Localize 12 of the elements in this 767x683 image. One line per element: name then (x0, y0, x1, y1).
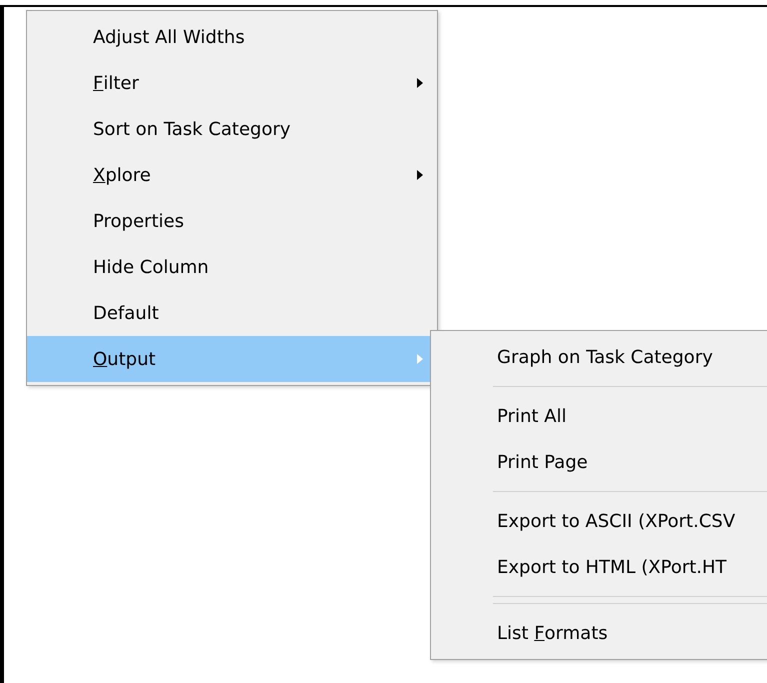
menu-item[interactable]: Hide Column (27, 244, 437, 290)
menu-item[interactable]: Print All (431, 393, 767, 439)
menu-item[interactable]: Properties (27, 198, 437, 244)
menu-item[interactable]: Xplore (27, 152, 437, 198)
menu-item[interactable]: Export to HTML (XPort.HT (431, 544, 767, 590)
menu-item[interactable]: Export to ASCII (XPort.CSV (431, 498, 767, 544)
menu-item[interactable]: Print Page (431, 439, 767, 485)
menu-item[interactable]: Default (27, 290, 437, 336)
menu-item[interactable]: Adjust All Widths (27, 14, 437, 60)
menu-item[interactable]: List Formats (431, 610, 767, 656)
menu-item[interactable]: Sort on Task Category (27, 106, 437, 152)
menu-item[interactable]: Filter (27, 60, 437, 106)
